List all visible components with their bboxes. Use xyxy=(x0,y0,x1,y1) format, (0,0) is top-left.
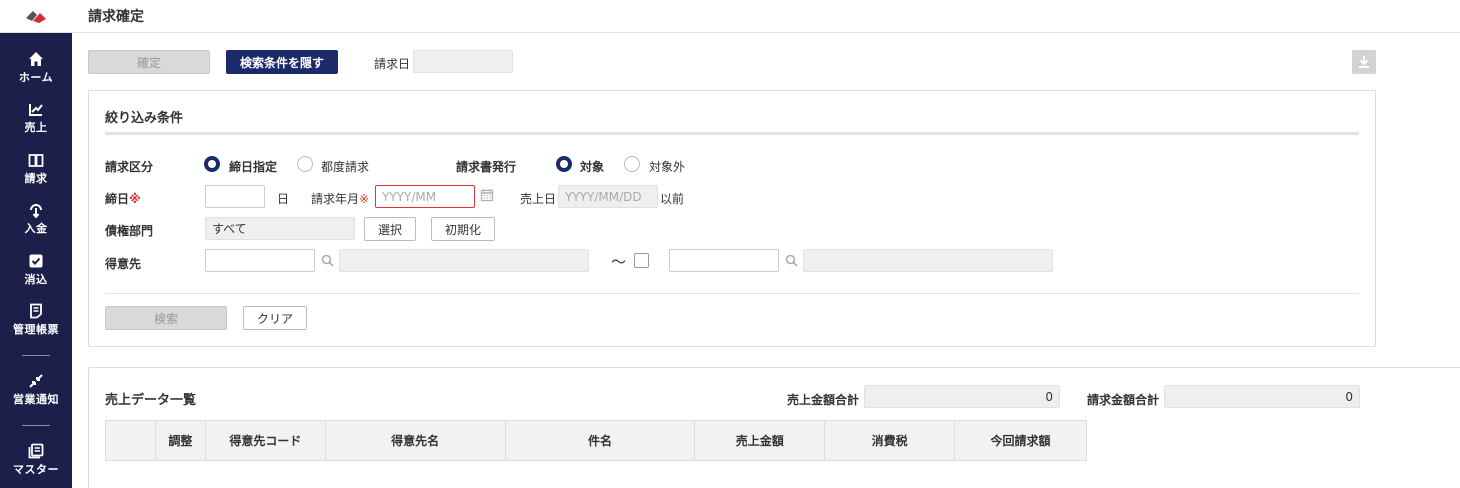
report-icon xyxy=(30,303,42,319)
logo-icon xyxy=(26,11,46,23)
invoice-issue-target-radio[interactable] xyxy=(556,156,572,172)
sidebar-item-label: 売上 xyxy=(24,121,48,134)
sidebar-item-label: マスター xyxy=(13,463,59,476)
sales-total-label: 売上金額合計 xyxy=(787,393,860,407)
sidebar-divider xyxy=(22,355,50,356)
sidebar-item-sales[interactable]: 売上 xyxy=(0,101,72,149)
column-header-select[interactable] xyxy=(105,420,156,461)
download-icon xyxy=(1359,56,1369,68)
department-field: すべて xyxy=(205,217,355,240)
filter-title-rule xyxy=(105,132,1359,135)
column-header-tax[interactable]: 消費税 xyxy=(824,420,956,461)
range-separator: ～ xyxy=(611,253,627,271)
sales-table: 調整 得意先コード 得意先名 件名 売上金額 消費税 今回請求額 xyxy=(105,420,1087,461)
confirm-button[interactable]: 確定 xyxy=(88,50,210,74)
sidebar-item-reconcile[interactable]: 消込 xyxy=(0,253,72,301)
sidebar-item-label: ホーム xyxy=(18,71,54,84)
billing-type-label: 請求区分 xyxy=(105,160,154,174)
billing-month-label: 請求年月※ xyxy=(311,192,370,206)
calendar-icon[interactable] xyxy=(480,188,494,202)
table-header-row: 調整 得意先コード 得意先名 件名 売上金額 消費税 今回請求額 xyxy=(105,420,1087,461)
invoice-issue-target-label[interactable]: 対象 xyxy=(580,158,604,175)
sidebar-item-master[interactable]: マスター xyxy=(0,443,72,488)
master-stack-icon xyxy=(28,443,44,459)
billing-type-each-label[interactable]: 都度請求 xyxy=(321,158,369,175)
sidebar-item-label: 管理帳票 xyxy=(13,323,59,336)
billing-date-field xyxy=(413,50,513,73)
closing-day-input[interactable] xyxy=(205,185,265,208)
billing-total-field: 0 xyxy=(1164,385,1360,408)
sidebar-item-label: 請求 xyxy=(24,172,48,185)
sidebar-item-label: 営業通知 xyxy=(13,393,59,406)
column-header-customer-name[interactable]: 得意先名 xyxy=(324,420,506,461)
sales-date-suffix: 以前 xyxy=(660,192,685,206)
customer-range-checkbox[interactable] xyxy=(634,253,649,268)
filter-divider xyxy=(105,293,1359,294)
column-header-customer-code[interactable]: 得意先コード xyxy=(204,420,326,461)
sales-list-panel: 売上データ一覧 売上金額合計 0 請求金額合計 0 調整 得意先コード 得意先名… xyxy=(88,367,1460,488)
department-select-button[interactable]: 選択 xyxy=(364,217,416,241)
customer-label: 得意先 xyxy=(105,257,142,271)
sales-total-field: 0 xyxy=(864,385,1060,408)
sidebar-item-billing[interactable]: 請求 xyxy=(0,152,72,200)
day-unit-label: 日 xyxy=(277,192,290,206)
filter-panel: 絞り込み条件 請求区分 締日指定 都度請求 請求書発行 対象 対象外 締日※ 日… xyxy=(88,90,1376,347)
sales-list-title: 売上データ一覧 xyxy=(105,393,197,408)
invoice-issue-excluded-label[interactable]: 対象外 xyxy=(649,158,685,175)
department-reset-button[interactable]: 初期化 xyxy=(431,217,495,241)
filter-panel-title: 絞り込み条件 xyxy=(105,111,184,126)
sales-date-input: YYYY/MM/DD xyxy=(558,185,658,208)
customer-to-code-input[interactable] xyxy=(669,249,779,272)
app-logo[interactable] xyxy=(0,0,72,33)
invoice-issue-label: 請求書発行 xyxy=(456,160,517,174)
column-header-sales-amount[interactable]: 売上金額 xyxy=(694,420,826,461)
payment-icon xyxy=(30,204,42,218)
closing-day-label: 締日※ xyxy=(105,192,141,206)
column-header-billing-amount[interactable]: 今回請求額 xyxy=(954,420,1087,461)
top-bar: 請求確定 xyxy=(72,0,1460,33)
column-header-subject[interactable]: 件名 xyxy=(504,420,696,461)
billing-type-closing-label[interactable]: 締日指定 xyxy=(229,158,277,175)
customer-from-code-input[interactable] xyxy=(205,249,315,272)
search-button[interactable]: 検索 xyxy=(105,306,227,330)
billing-total-label: 請求金額合計 xyxy=(1087,393,1160,407)
sidebar-item-notifications[interactable]: 営業通知 xyxy=(0,373,72,421)
billing-month-input[interactable]: YYYY/MM xyxy=(375,185,475,208)
customer-from-name-field xyxy=(339,249,589,272)
billing-date-label: 請求日 xyxy=(374,57,411,71)
page-title: 請求確定 xyxy=(88,9,144,25)
sidebar-item-label: 入金 xyxy=(24,222,48,235)
main-content: 確定 検索条件を隠す 請求日 絞り込み条件 請求区分 締日指定 都度請求 請求書… xyxy=(72,33,1460,488)
customer-to-name-field xyxy=(803,249,1053,272)
sidebar-item-home[interactable]: ホーム xyxy=(0,51,72,99)
invoice-issue-excluded-radio[interactable] xyxy=(624,156,640,172)
search-icon[interactable] xyxy=(785,254,798,267)
sales-chart-icon xyxy=(29,104,43,116)
clear-button[interactable]: クリア xyxy=(243,306,307,330)
download-button[interactable] xyxy=(1352,50,1376,74)
billing-type-each-radio[interactable] xyxy=(297,156,313,172)
column-header-adjust[interactable]: 調整 xyxy=(154,420,206,461)
notify-arrows-icon xyxy=(29,374,43,388)
sidebar: ホーム 売上 請求 入金 消込 管理帳票 営業通知 マスター xyxy=(0,33,72,488)
search-icon[interactable] xyxy=(321,254,334,267)
check-square-icon xyxy=(29,254,43,268)
sales-date-label: 売上日 xyxy=(520,192,557,206)
sidebar-divider xyxy=(22,425,50,426)
billing-type-closing-radio[interactable] xyxy=(204,156,220,172)
sidebar-item-reports[interactable]: 管理帳票 xyxy=(0,303,72,351)
book-icon xyxy=(28,154,44,167)
sidebar-item-payment[interactable]: 入金 xyxy=(0,202,72,250)
home-icon xyxy=(29,52,43,66)
sidebar-item-label: 消込 xyxy=(24,273,48,286)
hide-conditions-button[interactable]: 検索条件を隠す xyxy=(226,50,338,74)
department-label: 債権部門 xyxy=(105,224,154,238)
